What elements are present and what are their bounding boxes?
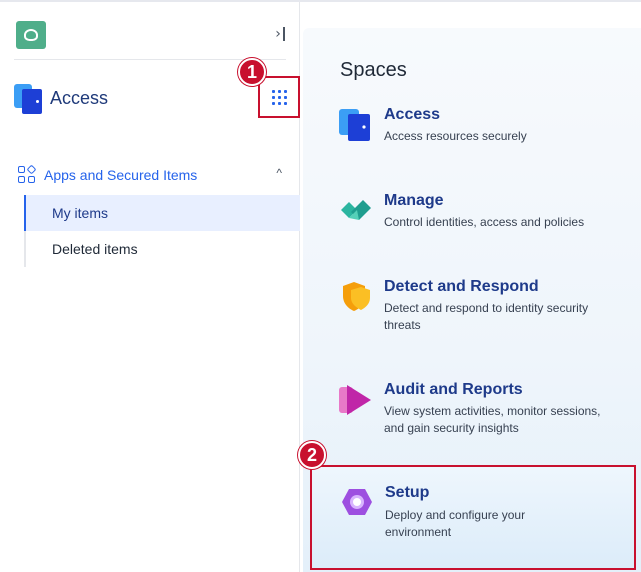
chevron-up-icon[interactable]: ^	[276, 166, 282, 180]
nav-list: My items Deleted items	[24, 195, 300, 267]
space-item-audit-and-reports[interactable]: Audit and Reports View system activities…	[339, 381, 629, 437]
section-apps-secured-items[interactable]: Apps and Secured Items ^	[18, 160, 288, 190]
space-item-detect-and-respond[interactable]: Detect and Respond Detect and respond to…	[339, 278, 629, 334]
space-description: Detect and respond to identity security …	[384, 301, 589, 332]
space-description: View system activities, monitor sessions…	[384, 404, 601, 435]
manage-icon	[341, 200, 371, 220]
space-title: Manage	[384, 192, 444, 209]
space-title: Access	[384, 106, 441, 123]
space-title: Detect and Respond	[384, 278, 539, 295]
collapse-right-icon: ›	[275, 26, 281, 42]
collapse-sidebar-button[interactable]: ›	[270, 23, 290, 45]
spaces-title: Spaces	[340, 59, 407, 81]
space-item-setup[interactable]: Setup Deploy and configure your environm…	[310, 465, 636, 570]
apps-grid-icon	[18, 164, 37, 184]
space-description: Deploy and configure your environment	[385, 508, 526, 539]
play-icon	[339, 385, 371, 415]
apps-menu-button[interactable]	[258, 76, 300, 118]
space-item-access[interactable]: Access Access resources securely	[339, 106, 629, 148]
space-item-manage[interactable]: Manage Control identities, access and po…	[339, 192, 629, 234]
sidebar-item-deleted-items[interactable]: Deleted items	[26, 231, 300, 267]
app-name: Access	[50, 88, 109, 108]
shield-icon	[343, 282, 370, 311]
space-title: Setup	[385, 484, 430, 501]
section-label: Apps and Secured Items	[44, 167, 198, 183]
sidebar-item-my-items[interactable]: My items	[24, 195, 300, 231]
space-description: Control identities, access and policies	[384, 215, 585, 229]
access-app-icon	[14, 84, 44, 114]
brand-logo-icon[interactable]	[16, 21, 46, 49]
space-title: Audit and Reports	[384, 381, 523, 398]
grid-dots-icon	[271, 89, 287, 105]
step-marker-1: 1	[238, 58, 266, 86]
access-icon	[339, 109, 370, 141]
setup-icon	[342, 489, 372, 515]
step-marker-2: 2	[298, 441, 326, 469]
brain-glyph	[24, 29, 38, 41]
space-description: Access resources securely	[384, 129, 527, 143]
sidebar: › Access Apps and Secured Items ^ My ite…	[0, 2, 300, 572]
